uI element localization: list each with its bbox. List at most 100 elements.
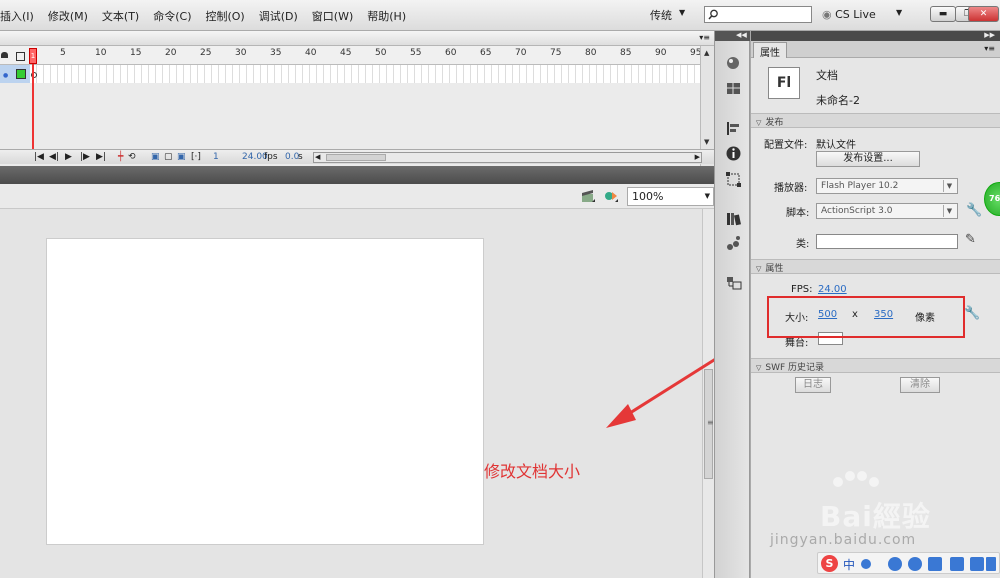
workspace-caret-icon[interactable]: ▼ — [679, 8, 685, 17]
fps-input[interactable]: 24.00 — [818, 284, 847, 295]
minimize-button[interactable]: ▬ — [930, 6, 956, 22]
cs-live-button[interactable]: ◉ CS Live — [822, 8, 876, 21]
center-frame-icon[interactable]: ┿ — [118, 152, 123, 162]
stage-canvas[interactable] — [46, 238, 484, 545]
search-input[interactable] — [704, 6, 812, 23]
scroll-right-icon[interactable]: ▶ — [695, 153, 700, 161]
size-settings-icon[interactable]: 🔧 — [964, 306, 980, 321]
close-button[interactable]: ✕ — [968, 6, 999, 22]
section-swf-history[interactable]: ▽ SWF 历史记录 — [751, 358, 1000, 373]
frame-number: 80 — [585, 48, 597, 58]
script-settings-icon[interactable]: 🔧 — [966, 203, 982, 218]
player-caret-icon[interactable]: ▼ — [943, 180, 955, 192]
onion-skin-icon[interactable]: ▣ — [151, 152, 160, 162]
sogou-logo-icon[interactable]: S — [821, 555, 838, 572]
settings-wrench-icon[interactable] — [986, 557, 996, 571]
menu-item[interactable]: 插入(I) — [0, 8, 41, 24]
scroll-left-icon[interactable]: ◀ — [315, 153, 320, 161]
lock-icon[interactable] — [1, 52, 8, 58]
keyboard-icon[interactable] — [928, 557, 942, 571]
menu-item[interactable]: 窗口(W) — [305, 8, 360, 24]
onion-markers-icon[interactable]: [·] — [191, 152, 201, 162]
emoji-icon[interactable] — [888, 557, 902, 571]
info-icon[interactable] — [725, 145, 742, 162]
zoom-caret-icon[interactable]: ▼ — [705, 192, 710, 200]
align-icon[interactable] — [725, 120, 742, 137]
collapse-right-icon[interactable]: ▶▶ — [984, 31, 995, 39]
scroll-up-icon[interactable]: ▲ — [704, 49, 709, 57]
frame-number: 40 — [305, 48, 317, 58]
collapse-left-icon[interactable]: ◀◀ — [736, 31, 747, 39]
panel-menu-icon[interactable]: ▾≡ — [699, 33, 710, 42]
transform-icon[interactable] — [725, 171, 742, 188]
cs-live-caret-icon[interactable]: ▼ — [896, 8, 902, 17]
components-icon[interactable] — [725, 235, 742, 252]
menu-item[interactable]: 命令(C) — [146, 8, 198, 24]
edit-class-icon[interactable]: ✎ — [965, 232, 976, 247]
voice-icon[interactable] — [908, 557, 922, 571]
edit-bar: 100% ▼ — [0, 184, 714, 209]
edit-multiple-icon[interactable]: ▣ — [177, 152, 186, 162]
hscroll-thumb[interactable] — [326, 154, 386, 161]
frame-number: 55 — [410, 48, 422, 58]
edit-scene-icon[interactable] — [580, 188, 596, 204]
outline-icon[interactable] — [16, 52, 25, 61]
stage-vscroll[interactable]: ≡ — [702, 209, 714, 578]
menu-item[interactable]: 控制(O) — [198, 8, 251, 24]
menu-item[interactable]: 修改(M) — [41, 8, 95, 24]
script-label: 脚本: — [786, 208, 810, 219]
skin-icon[interactable] — [950, 557, 964, 571]
script-caret-icon[interactable]: ▼ — [943, 205, 955, 217]
panel-menu-icon[interactable]: ▾≡ — [984, 44, 995, 53]
workspace-switcher[interactable]: 传统 — [650, 7, 672, 23]
layer-outline-icon[interactable] — [16, 69, 26, 79]
section-publish[interactable]: ▽ 发布 — [751, 113, 1000, 128]
timeline-hscroll[interactable]: ◀ ▶ — [313, 152, 702, 163]
log-button[interactable]: 日志 — [795, 377, 831, 393]
swatches-icon[interactable] — [725, 80, 742, 97]
playhead[interactable] — [32, 48, 34, 160]
clear-button[interactable]: 清除 — [900, 377, 940, 393]
script-select[interactable]: ActionScript 3.0 ▼ — [816, 203, 958, 219]
punctuation-icon[interactable] — [861, 559, 871, 569]
menu-item[interactable]: 帮助(H) — [360, 8, 413, 24]
onion-outline-icon[interactable]: ▢ — [164, 152, 173, 162]
section-properties[interactable]: ▽ 属性 — [751, 259, 1000, 274]
class-input[interactable] — [816, 234, 958, 249]
prev-frame-icon[interactable]: ◀| — [49, 152, 59, 162]
loop-icon[interactable]: ⟲ — [128, 152, 136, 162]
vscroll-thumb[interactable]: ≡ — [704, 369, 714, 479]
menu-item[interactable]: 文本(T) — [95, 8, 146, 24]
next-frame-icon[interactable]: |▶ — [80, 152, 90, 162]
player-select[interactable]: Flash Player 10.2 ▼ — [816, 178, 958, 194]
zoom-value: 100% — [632, 190, 664, 203]
current-frame-value[interactable]: 1 — [213, 152, 219, 162]
script-value: ActionScript 3.0 — [821, 206, 893, 216]
panel-separator[interactable] — [0, 166, 714, 184]
color-icon[interactable] — [725, 54, 742, 71]
publish-settings-button[interactable]: 发布设置... — [816, 151, 920, 167]
library-icon[interactable] — [725, 210, 742, 227]
scroll-down-icon[interactable]: ▼ — [704, 138, 709, 146]
frame-number: 65 — [480, 48, 492, 58]
project-icon[interactable] — [725, 274, 742, 291]
ime-lang[interactable]: 中 — [843, 556, 855, 573]
layer-selection[interactable]: ● — [0, 65, 30, 83]
fps-label: FPS: — [791, 284, 813, 295]
toolbox-icon[interactable] — [970, 557, 984, 571]
layer-visible-icon[interactable]: ● — [3, 72, 8, 79]
play-icon[interactable]: ▶ — [65, 152, 72, 162]
tab-properties[interactable]: 属性 — [753, 42, 787, 59]
first-frame-icon[interactable]: |◀ — [34, 152, 44, 162]
edit-symbols-icon[interactable] — [603, 188, 619, 204]
last-frame-icon[interactable]: ▶| — [96, 152, 106, 162]
frame-number: 35 — [270, 48, 282, 58]
frames-strip[interactable] — [30, 65, 700, 83]
playhead-marker[interactable]: 1 — [29, 48, 37, 64]
strip-collapse-bar[interactable]: ◀◀ — [715, 31, 751, 41]
frame-ruler[interactable]: 15101520253035404550556065707580859095 — [30, 46, 701, 65]
zoom-select[interactable]: 100% ▼ — [627, 187, 714, 206]
props-collapse-bar[interactable]: ▶▶ — [751, 31, 1000, 41]
menu-item[interactable]: 调试(D) — [252, 8, 305, 24]
timeline-vscroll[interactable]: ▲ ▼ — [700, 46, 714, 166]
